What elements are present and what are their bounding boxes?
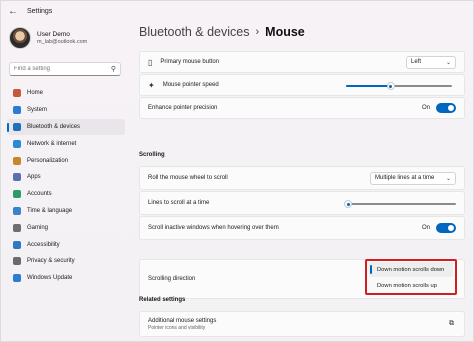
profile-name: User Demo xyxy=(37,31,70,38)
chevron-down-icon: ⌄ xyxy=(445,59,451,66)
sidebar-item-system[interactable]: System xyxy=(7,102,125,119)
sidebar-item-time[interactable]: Time & language xyxy=(7,203,125,220)
sidebar-item-label: Privacy & security xyxy=(27,258,75,265)
scroll-inactive-toggle[interactable] xyxy=(436,223,456,233)
sidebar-item-update[interactable]: Windows Update xyxy=(7,270,125,287)
scroll-direction-flyout: Down motion scrolls down Down motion scr… xyxy=(365,259,457,295)
pointer-speed-fill xyxy=(346,85,391,87)
sidebar-item-label: Windows Update xyxy=(27,275,73,282)
sidebar-item-accessibility[interactable]: Accessibility xyxy=(7,236,125,253)
primary-button-value: Left xyxy=(411,59,422,65)
back-arrow-icon: ← xyxy=(8,5,18,17)
settings-window: ← Settings User Demo m_lab@outlook.com ⚲… xyxy=(0,0,474,342)
bluetooth-icon xyxy=(13,122,21,131)
sidebar-item-label: Accessibility xyxy=(27,241,60,248)
sidebar-item-gaming[interactable]: Gaming xyxy=(7,219,125,236)
additional-mouse-settings-label: Additional mouse settings xyxy=(148,317,217,324)
accounts-icon xyxy=(13,190,21,199)
enhance-precision-label: Enhance pointer precision xyxy=(148,105,218,111)
scroll-direction-option-down[interactable]: Down motion scrolls down xyxy=(369,262,453,277)
pointer-icon: ✦ xyxy=(148,80,155,90)
sidebar-item-shield[interactable]: Privacy & security xyxy=(7,253,125,270)
sidebar: User Demo m_lab@outlook.com ⚲ Home System… xyxy=(1,21,131,342)
scroll-inactive-label: Scroll inactive windows when hovering ov… xyxy=(148,225,279,231)
related-settings-title: Related settings xyxy=(139,297,186,303)
search-box[interactable]: ⚲ xyxy=(9,62,121,76)
update-icon xyxy=(13,274,21,283)
roll-wheel-row: Roll the mouse wheel to scroll Multiple … xyxy=(139,166,465,190)
sidebar-item-label: Bluetooth & devices xyxy=(27,123,81,130)
sidebar-item-label: Network & internet xyxy=(27,140,77,147)
roll-wheel-dropdown[interactable]: Multiple lines at a time ⌄ xyxy=(370,171,456,185)
additional-mouse-settings-sub: Pointer icons and visibility xyxy=(148,324,206,331)
lines-to-scroll-thumb[interactable] xyxy=(344,200,353,208)
accessibility-icon xyxy=(13,240,21,249)
home-icon xyxy=(13,89,21,98)
scroll-inactive-state: On xyxy=(421,225,430,231)
search-input[interactable] xyxy=(14,66,111,72)
roll-wheel-value: Multiple lines at a time xyxy=(375,175,435,181)
user-profile[interactable]: User Demo m_lab@outlook.com xyxy=(9,25,129,51)
sidebar-item-label: Apps xyxy=(27,174,41,181)
sidebar-item-accounts[interactable]: Accounts xyxy=(7,186,125,203)
pointer-speed-label: Mouse pointer speed xyxy=(162,82,219,88)
profile-email: m_lab@outlook.com xyxy=(37,39,88,45)
scroll-direction-option-up[interactable]: Down motion scrolls up xyxy=(369,278,453,293)
sidebar-item-network[interactable]: Network & internet xyxy=(7,135,125,152)
enhance-precision-state: On xyxy=(421,105,430,111)
primary-button-label: Primary mouse button xyxy=(160,59,220,65)
system-icon xyxy=(13,106,21,115)
breadcrumb: Bluetooth & devices › Mouse xyxy=(139,25,305,39)
scroll-direction-label: Scrolling direction xyxy=(148,276,196,282)
sidebar-item-label: Personalization xyxy=(27,157,69,164)
pointer-speed-row: ✦ Mouse pointer speed xyxy=(139,74,465,96)
brush-icon xyxy=(13,156,21,165)
scroll-inactive-control: On xyxy=(422,223,456,233)
sidebar-item-brush[interactable]: Personalization xyxy=(7,152,125,169)
chevron-down-icon: ⌄ xyxy=(445,175,451,182)
sidebar-item-apps[interactable]: Apps xyxy=(7,169,125,186)
mouse-icon: ▯ xyxy=(148,57,153,67)
sidebar-item-bluetooth[interactable]: Bluetooth & devices xyxy=(7,118,125,136)
window-title: Settings xyxy=(27,7,53,15)
shield-icon xyxy=(13,257,21,266)
sidebar-nav: Home System Bluetooth & devices Network & i… xyxy=(7,85,125,287)
scroll-inactive-row: Scroll inactive windows when hovering ov… xyxy=(139,216,465,240)
sidebar-item-label: Accounts xyxy=(27,191,52,198)
breadcrumb-parent[interactable]: Bluetooth & devices xyxy=(139,25,250,39)
title-bar: ← Settings xyxy=(1,1,474,21)
pointer-speed-thumb[interactable] xyxy=(386,82,395,90)
sidebar-item-label: Home xyxy=(27,90,44,97)
breadcrumb-separator: › xyxy=(255,26,260,38)
pointer-speed-slider[interactable] xyxy=(346,82,452,90)
back-button[interactable]: ← xyxy=(5,3,21,19)
primary-button-row: ▯ Primary mouse button Left ⌄ xyxy=(139,51,465,73)
enhance-precision-control: On xyxy=(422,103,456,113)
lines-to-scroll-row: Lines to scroll at a time xyxy=(139,191,465,215)
sidebar-item-home[interactable]: Home xyxy=(7,85,125,102)
additional-mouse-settings-row[interactable]: Additional mouse settings Pointer icons … xyxy=(139,311,465,337)
network-icon xyxy=(13,139,21,148)
external-link-icon: ⧉ xyxy=(449,320,454,327)
enhance-precision-toggle[interactable] xyxy=(436,103,456,113)
scrolling-section-title: Scrolling xyxy=(139,152,165,158)
lines-to-scroll-slider[interactable] xyxy=(344,200,456,208)
sidebar-item-label: System xyxy=(27,107,48,114)
page-title: Mouse xyxy=(265,25,305,39)
search-icon[interactable]: ⚲ xyxy=(111,65,116,73)
roll-wheel-label: Roll the mouse wheel to scroll xyxy=(148,175,228,181)
enhance-precision-row: Enhance pointer precision On xyxy=(139,97,465,119)
time-icon xyxy=(13,206,21,215)
primary-button-dropdown[interactable]: Left ⌄ xyxy=(406,55,456,69)
avatar xyxy=(9,27,31,49)
sidebar-item-label: Time & language xyxy=(27,207,73,214)
lines-to-scroll-label: Lines to scroll at a time xyxy=(148,200,210,206)
gaming-icon xyxy=(13,223,21,232)
sidebar-item-label: Gaming xyxy=(27,224,49,231)
apps-icon xyxy=(13,173,21,182)
